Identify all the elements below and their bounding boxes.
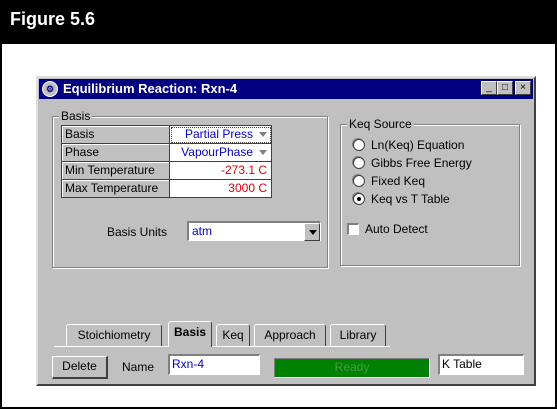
radio-label: Keq vs T Table	[371, 192, 450, 206]
grid-row-min-temperature: Min Temperature -273.1 C	[62, 162, 272, 180]
figure-title: Figure 5.6	[10, 9, 96, 29]
keq-source-label: Keq Source	[347, 117, 414, 131]
basis-units-dropdown-button[interactable]	[304, 223, 320, 241]
chevron-down-icon[interactable]	[259, 132, 267, 137]
radio-button[interactable]	[353, 157, 365, 169]
tab-basis[interactable]: Basis	[168, 321, 212, 347]
tab-strip-baseline	[54, 346, 390, 347]
tab-stoichiometry[interactable]: Stoichiometry	[66, 324, 162, 346]
radio-label: Gibbs Free Energy	[371, 156, 472, 170]
radio-label: Ln(Keq) Equation	[371, 138, 465, 152]
app-icon[interactable]: ⚙	[42, 81, 58, 97]
grid-row-label: Phase	[62, 144, 170, 162]
radio-button[interactable]	[353, 175, 365, 187]
minimize-icon: _	[486, 82, 492, 93]
tab-keq[interactable]: Keq	[216, 324, 250, 346]
minimize-button[interactable]: _	[481, 81, 497, 95]
name-field[interactable]: Rxn-4	[168, 354, 260, 375]
radio-button-selected[interactable]	[353, 193, 365, 205]
grid-row-phase: Phase VapourPhase	[62, 144, 272, 162]
status-bar-ready: Ready	[274, 358, 430, 378]
grid-row-max-temperature: Max Temperature 3000 C	[62, 180, 272, 198]
equilibrium-reaction-window: ⚙ Equilibrium Reaction: Rxn-4 _ □ × Basi…	[36, 76, 536, 386]
basis-units-label: Basis Units	[107, 225, 168, 239]
basis-property-grid: Basis Partial Press Phase VapourPhase Mi…	[61, 125, 272, 198]
window-title-bar[interactable]: ⚙ Equilibrium Reaction: Rxn-4 _ □ ×	[39, 79, 533, 99]
close-icon: ×	[520, 82, 526, 93]
radio-button[interactable]	[353, 139, 365, 151]
radio-keq-vs-t-table[interactable]: Keq vs T Table	[353, 191, 450, 207]
chevron-down-icon[interactable]	[259, 150, 267, 155]
name-label: Name	[122, 360, 155, 374]
maximize-button[interactable]: □	[497, 81, 513, 95]
grid-row-label: Min Temperature	[62, 162, 170, 180]
max-temperature-cell[interactable]: 3000 C	[170, 180, 272, 198]
basis-units-value: atm	[192, 224, 213, 238]
grid-row-basis: Basis Partial Press	[62, 126, 272, 144]
delete-button[interactable]: Delete	[52, 356, 108, 379]
tab-library[interactable]: Library	[330, 324, 386, 346]
auto-detect-label: Auto Detect	[365, 222, 428, 236]
grid-row-label: Basis	[62, 126, 170, 144]
basis-group-label: Basis	[59, 109, 93, 123]
basis-units-combo[interactable]: atm	[187, 221, 321, 241]
window-title: Equilibrium Reaction: Rxn-4	[63, 81, 238, 96]
basis-value: Partial Press	[184, 127, 253, 141]
radio-gibbs-free-energy[interactable]: Gibbs Free Energy	[353, 155, 472, 171]
figure-header-bar: Figure 5.6	[0, 0, 557, 44]
maximize-icon: □	[501, 82, 509, 93]
k-table-field: K Table	[438, 354, 524, 375]
basis-value-cell[interactable]: Partial Press	[170, 126, 272, 144]
basis-groupbox: Basis Basis Partial Press Phase VapourPh…	[52, 109, 328, 268]
radio-fixed-keq[interactable]: Fixed Keq	[353, 173, 425, 189]
chevron-down-icon	[309, 230, 317, 235]
radio-label: Fixed Keq	[371, 174, 426, 188]
phase-value: VapourPhase	[181, 145, 253, 159]
radio-ln-keq-equation[interactable]: Ln(Keq) Equation	[353, 137, 464, 153]
phase-value-cell[interactable]: VapourPhase	[170, 144, 272, 162]
min-temperature-cell[interactable]: -273.1 C	[170, 162, 272, 180]
keq-source-groupbox: Keq Source Ln(Keq) Equation Gibbs Free E…	[340, 117, 520, 266]
auto-detect-checkbox-row[interactable]: Auto Detect	[347, 221, 428, 237]
grid-row-label: Max Temperature	[62, 180, 170, 198]
auto-detect-checkbox[interactable]	[347, 223, 359, 235]
tab-approach[interactable]: Approach	[254, 324, 326, 346]
close-button[interactable]: ×	[515, 81, 531, 95]
